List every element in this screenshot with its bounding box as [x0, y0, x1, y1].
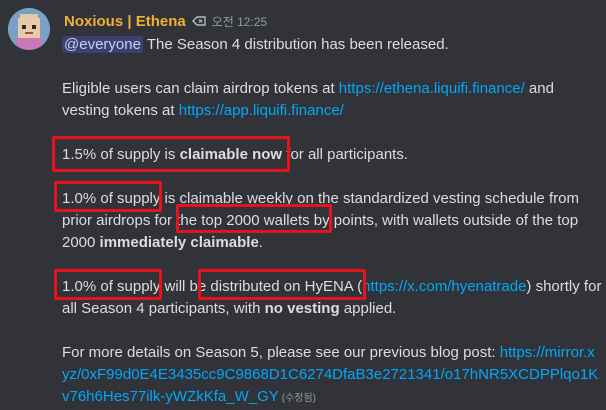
paragraph-more-details: For more details on Season 5, please see… — [62, 342, 602, 410]
paragraph-eligibility: Eligible users can claim airdrop tokens … — [62, 78, 602, 122]
edited-label: (수정됨) — [281, 393, 317, 404]
paragraph-vesting: 1.0% of supply is claimable weekly on th… — [62, 188, 602, 254]
paragraph-claimable-now: 1.5% of supply is claimable now for all … — [62, 144, 602, 166]
eligibility-text-1: Eligible users can claim airdrop tokens … — [62, 80, 339, 97]
details-text: For more details on Season 5, please see… — [62, 344, 500, 361]
ethena-liquifi-link[interactable]: https://ethena.liquifi.finance/ — [339, 80, 525, 97]
claimable-text-2: for all participants. — [282, 146, 408, 163]
author-name[interactable]: Noxious | Ethena — [64, 13, 186, 30]
immediately-claimable-bold: immediately claimable — [99, 234, 259, 251]
message-content: @everyone The Season 4 distribution has … — [62, 34, 602, 410]
hyena-x-link[interactable]: https://x.com/hyenatrade — [362, 278, 526, 295]
announcement-text: The Season 4 distribution has been relea… — [142, 36, 449, 53]
paragraph-announcement: @everyone The Season 4 distribution has … — [62, 34, 602, 56]
paragraph-hyena: 1.0% of supply will be distributed on Hy… — [62, 276, 602, 320]
hyena-text-3: applied. — [339, 300, 397, 317]
tag-icon — [191, 15, 206, 27]
chat-message: Noxious | Ethena 오전 12:25 @everyone The … — [0, 0, 606, 410]
app-liquifi-link[interactable]: https://app.liquifi.finance/ — [179, 102, 344, 119]
claimable-now-bold: claimable now — [179, 146, 283, 163]
everyone-mention[interactable]: @everyone — [62, 36, 143, 53]
message-header: Noxious | Ethena 오전 12:25 — [64, 11, 267, 31]
pixel-avatar-icon[interactable] — [8, 8, 50, 50]
hyena-text-1: 1.0% of supply will be distributed on Hy… — [62, 278, 363, 295]
message-timestamp: 오전 12:25 — [211, 14, 268, 29]
no-vesting-bold: no vesting — [264, 300, 340, 317]
claimable-text-1: 1.5% of supply is — [62, 146, 180, 163]
vesting-text-2: . — [258, 234, 263, 251]
